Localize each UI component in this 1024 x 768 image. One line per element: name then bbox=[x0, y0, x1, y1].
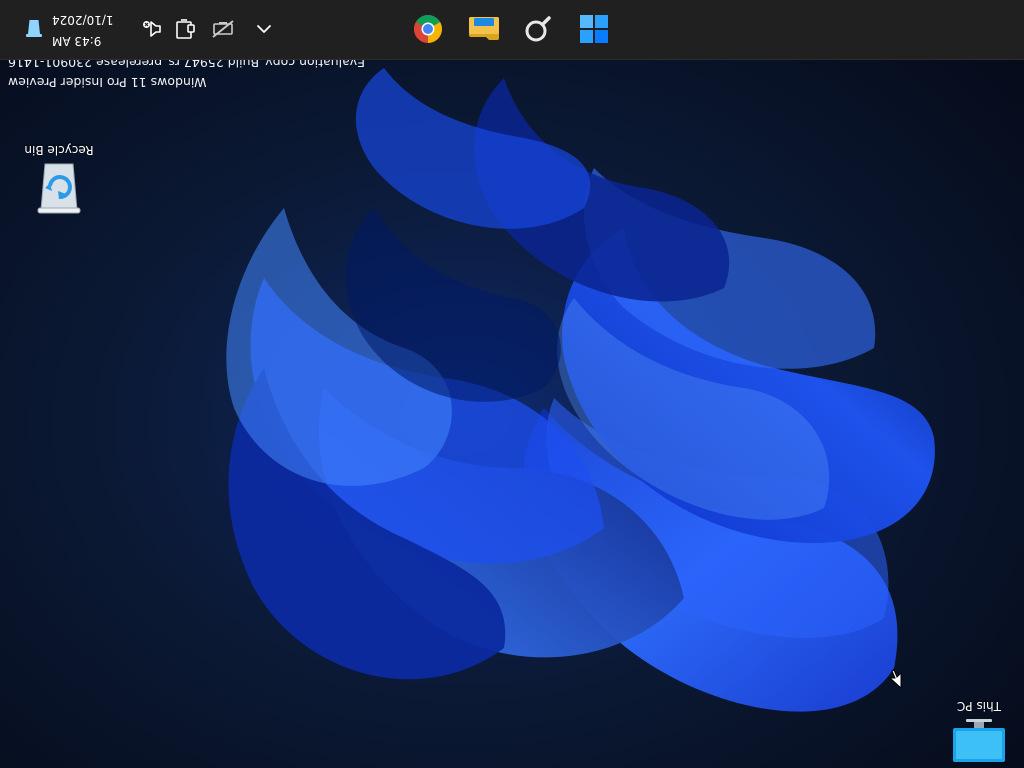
recycle-bin-icon bbox=[26, 20, 42, 37]
watermark-edition: Windows 11 Pro Insider Preview bbox=[8, 75, 207, 90]
display-icon bbox=[176, 19, 195, 39]
chrome-button[interactable] bbox=[408, 9, 448, 49]
desktop-icon-label: This PC bbox=[957, 699, 1001, 713]
clock-date: 1/10/2024 bbox=[52, 13, 114, 27]
volume-button[interactable] bbox=[138, 15, 166, 43]
mouse-cursor-icon bbox=[888, 669, 902, 689]
desktop-wallpaper bbox=[0, 0, 1024, 768]
search-icon bbox=[525, 16, 551, 42]
chevron-up-icon bbox=[257, 25, 271, 33]
file-explorer-button[interactable] bbox=[464, 9, 504, 49]
taskbar: 9:43 AM 1/10/2024 bbox=[0, 0, 1024, 60]
desktop-icon-label: Recycle Bin bbox=[24, 143, 94, 157]
desktop-icon-this-pc[interactable]: This PC bbox=[940, 692, 1018, 764]
tray-recycle-bin-button[interactable] bbox=[20, 15, 48, 43]
taskbar-clock[interactable]: 9:43 AM 1/10/2024 bbox=[52, 9, 126, 51]
display-status-button[interactable] bbox=[170, 15, 198, 43]
folder-icon bbox=[469, 17, 499, 40]
windows-logo-icon bbox=[580, 15, 608, 43]
computer-monitor-icon bbox=[953, 719, 1005, 762]
search-button[interactable] bbox=[518, 9, 558, 49]
network-offline-icon bbox=[212, 20, 234, 38]
start-button[interactable] bbox=[574, 9, 614, 49]
chrome-icon bbox=[414, 15, 442, 43]
clock-time: 9:43 AM bbox=[52, 34, 102, 48]
desktop-screen: This PC Recycle Bin Windows 11 Pro Insid… bbox=[0, 0, 1024, 768]
recycle-bin-icon bbox=[37, 163, 81, 214]
network-status-button[interactable] bbox=[209, 15, 237, 43]
show-hidden-icons-button[interactable] bbox=[250, 15, 278, 43]
desktop-icon-recycle-bin[interactable]: Recycle Bin bbox=[20, 143, 98, 216]
sound-muted-icon bbox=[143, 21, 161, 37]
